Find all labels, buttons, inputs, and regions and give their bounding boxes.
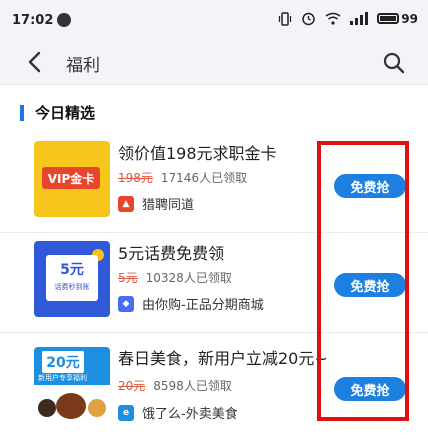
food-badge: 20元 新用户专享福利 [34, 347, 110, 385]
alarm-icon [302, 12, 316, 26]
youni-logo-icon: ◆ [118, 295, 134, 312]
list-item[interactable]: VIP金卡 领价值198元求职金卡 198元 17146人已领取 ▲ 猎聘同道 … [0, 137, 428, 233]
back-arrow-icon[interactable] [24, 50, 46, 74]
dish-icon [56, 393, 86, 419]
phone-credit-thumbnail: 5元 话费秒到账 [34, 241, 110, 317]
free-claim-button[interactable]: 免费抢 [334, 174, 406, 198]
food-badge-amount: 20元 [42, 351, 84, 373]
page-title: 福利 [66, 56, 100, 76]
phone-credit-card: 5元 话费秒到账 [46, 255, 98, 301]
item-title: 5元话费免费领 [118, 244, 225, 263]
list-item[interactable]: 20元 新用户专享福利 春日美食，新用户立减20元~ 20元 8598人已领取 … [0, 337, 428, 433]
item-title: 春日美食，新用户立减20元~ [118, 349, 328, 368]
battery-percent: 99 [401, 11, 418, 26]
status-time: 17:02 [12, 13, 54, 28]
food-thumbnail: 20元 新用户专享福利 [34, 347, 110, 423]
section-title: 今日精选 [35, 104, 96, 122]
original-price: 198元 [118, 171, 153, 185]
original-price: 20元 [118, 379, 146, 393]
free-claim-button[interactable]: 免费抢 [334, 273, 406, 297]
item-meta: 198元 17146人已领取 [118, 169, 247, 186]
list-item[interactable]: 5元 话费秒到账 5元话费免费领 5元 10328人已领取 ◆ 由你购-正品分期… [0, 237, 428, 333]
phone-credit-subtitle: 话费秒到账 [54, 283, 90, 291]
phone-credit-amount: 5元 [60, 262, 84, 278]
merchant: e 饿了么-外卖美食 [118, 403, 238, 422]
status-icons: 99 [278, 11, 418, 26]
free-claim-button[interactable]: 免费抢 [334, 377, 406, 401]
status-bar: 17:02 99 [0, 0, 428, 40]
search-icon[interactable] [382, 51, 406, 75]
divider [0, 332, 428, 333]
merchant-name: 猎聘同道 [142, 198, 195, 213]
claimed-count: 10328人已领取 [145, 271, 232, 285]
item-title: 领价值198元求职金卡 [118, 144, 277, 163]
battery-icon [377, 13, 400, 24]
section-accent-bar [20, 105, 24, 121]
item-meta: 5元 10328人已领取 [118, 269, 232, 286]
merchant: ▲ 猎聘同道 [118, 194, 194, 213]
merchant-name: 由你购-正品分期商城 [142, 298, 264, 313]
claimed-count: 17146人已领取 [160, 171, 248, 185]
signal-icon [350, 12, 369, 25]
dish-icon [88, 399, 106, 417]
wifi-icon [325, 12, 341, 25]
dish-icon [38, 399, 56, 417]
notification-avatar-icon [57, 13, 71, 27]
divider [0, 232, 428, 233]
section-header: 今日精选 [0, 85, 428, 137]
vibrate-icon [279, 11, 292, 26]
claimed-count: 8598人已领取 [153, 379, 232, 393]
nav-bar: 福利 [0, 40, 428, 85]
liepin-logo-icon: ▲ [118, 195, 134, 212]
food-badge-subtitle: 新用户专享福利 [38, 374, 87, 382]
vip-card-label: VIP金卡 [42, 167, 100, 189]
merchant: ◆ 由你购-正品分期商城 [118, 294, 264, 313]
item-meta: 20元 8598人已领取 [118, 377, 232, 394]
merchant-name: 饿了么-外卖美食 [142, 407, 238, 422]
vip-card-thumbnail: VIP金卡 [34, 141, 110, 217]
original-price: 5元 [118, 271, 138, 285]
eleme-logo-icon: e [118, 404, 134, 421]
battery-indicator: 99 [377, 12, 418, 26]
